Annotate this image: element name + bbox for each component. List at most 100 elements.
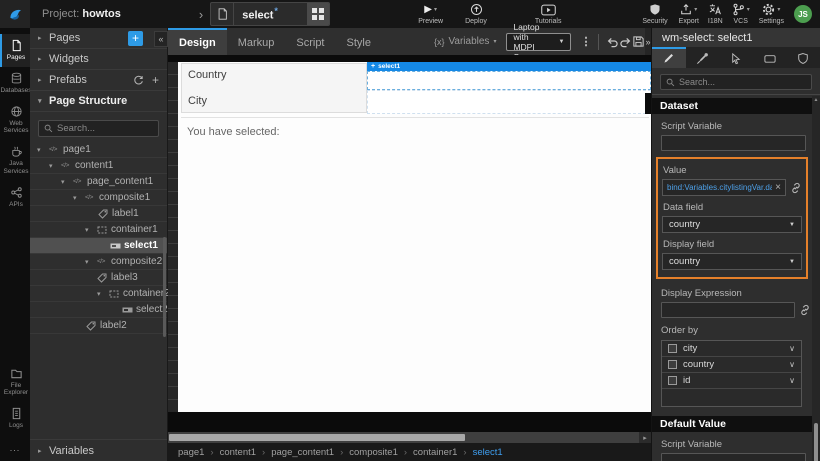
order-by-option-id[interactable]: id <box>662 373 801 389</box>
tree-item-page_content1[interactable]: </> page_content1 <box>30 174 167 190</box>
chevron-down-icon[interactable] <box>789 344 795 353</box>
bind-link-icon[interactable] <box>799 304 811 316</box>
page-tab-select[interactable]: select* <box>210 2 331 26</box>
preview-button[interactable]: Preview <box>418 4 443 25</box>
tree-item-label1[interactable]: label1 <box>30 206 167 222</box>
scroll-up-arrow[interactable] <box>812 97 820 103</box>
page-grid-button[interactable] <box>307 3 330 25</box>
tab-properties[interactable] <box>652 47 686 68</box>
scroll-down-arrow[interactable] <box>812 454 820 460</box>
save-button[interactable] <box>632 33 645 51</box>
tree-item-label3[interactable]: label3 <box>30 270 167 286</box>
display-field-select[interactable]: country <box>662 253 802 270</box>
tab-events[interactable] <box>719 47 753 68</box>
breadcrumb-item[interactable]: content1 <box>220 447 266 458</box>
design-canvas[interactable]: Country City select1 You have selected: <box>178 62 651 412</box>
country-label[interactable]: Country <box>188 69 227 81</box>
page-structure-search[interactable] <box>38 120 159 137</box>
sidebar-section-variables[interactable]: Variables <box>30 439 167 461</box>
canvas-menu-button[interactable] <box>580 35 591 48</box>
value-binding-input[interactable]: bind:Variables.citylistingVar.dataSet <box>662 179 786 196</box>
city-label[interactable]: City <box>188 95 207 107</box>
checkbox[interactable] <box>668 344 677 353</box>
refresh-icon[interactable] <box>133 75 144 86</box>
rail-item-logs[interactable]: Logs <box>0 402 30 435</box>
tree-item-label2[interactable]: label2 <box>30 318 167 334</box>
scrollbar-thumb[interactable] <box>169 434 465 441</box>
sidebar-section-page-structure[interactable]: Page Structure <box>30 91 167 112</box>
breadcrumb-item[interactable]: container1 <box>413 447 467 458</box>
user-avatar[interactable]: JS <box>794 5 812 23</box>
tree-item-content1[interactable]: </> content1 <box>30 158 167 174</box>
scroll-right-arrow[interactable] <box>639 432 651 443</box>
clear-binding-icon[interactable] <box>772 182 781 193</box>
security-button[interactable]: Security <box>642 4 668 25</box>
redo-button[interactable] <box>619 33 632 51</box>
rail-item-apis[interactable]: APIs <box>0 181 30 214</box>
tree-item-composite2[interactable]: </> composite2 <box>30 254 167 270</box>
tab-styles[interactable] <box>686 47 720 68</box>
rail-item-web-services[interactable]: Web Services <box>0 100 30 141</box>
i18n-button[interactable]: I18N <box>708 4 723 25</box>
script-variable-input[interactable] <box>661 135 806 151</box>
tree-item-composite1[interactable]: </> composite1 <box>30 190 167 206</box>
expand-arrow-icon[interactable] <box>49 162 61 170</box>
deploy-button[interactable]: Deploy <box>465 3 487 25</box>
bind-link-icon[interactable] <box>790 182 802 194</box>
vcs-button[interactable]: VCS <box>732 3 750 25</box>
properties-search[interactable] <box>660 74 812 90</box>
wavemaker-logo[interactable] <box>0 0 30 28</box>
expand-arrow-icon[interactable] <box>37 146 49 154</box>
expand-arrow-icon[interactable] <box>61 178 73 186</box>
add-page-button[interactable] <box>128 30 143 46</box>
sidebar-section-widgets[interactable]: Widgets <box>30 49 167 70</box>
breadcrumb-item[interactable]: page1 <box>178 447 214 458</box>
tab-style[interactable]: Style <box>336 28 382 55</box>
order-by-option-country[interactable]: country <box>662 357 801 373</box>
expand-arrow-icon[interactable] <box>97 290 109 298</box>
collapse-sidebar-button[interactable] <box>154 31 168 47</box>
order-by-option-city[interactable]: city <box>662 341 801 357</box>
default-value-section-header[interactable]: Default Value <box>652 416 812 432</box>
rail-item-pages[interactable]: Pages <box>0 34 30 67</box>
undo-button[interactable] <box>606 33 619 51</box>
tab-design[interactable]: Design <box>168 28 227 55</box>
selected-widget-handle[interactable]: select1 <box>367 62 651 71</box>
export-button[interactable]: I18N Export <box>679 4 699 25</box>
tab-script[interactable]: Script <box>285 28 335 55</box>
chevron-down-icon[interactable] <box>789 360 795 369</box>
rail-item-file-explorer[interactable]: File Explorer <box>0 362 30 403</box>
breadcrumb-item-active[interactable]: select1 <box>473 447 503 458</box>
tree-item-container1[interactable]: container1 <box>30 222 167 238</box>
breadcrumb-item[interactable]: composite1 <box>349 447 407 458</box>
properties-search-input[interactable] <box>679 77 806 87</box>
breadcrumb-item[interactable]: page_content1 <box>271 447 343 458</box>
tree-item-page1[interactable]: </> page1 <box>30 142 167 158</box>
panel-scrollbar[interactable] <box>812 96 820 461</box>
sidebar-section-prefabs[interactable]: Prefabs <box>30 70 167 91</box>
rail-more-button[interactable]: ... <box>0 435 30 461</box>
rail-item-java-services[interactable]: Java Services <box>0 140 30 181</box>
variables-dropdown[interactable]: {x} Variables <box>434 36 496 47</box>
tab-device[interactable] <box>753 47 787 68</box>
select2-widget[interactable] <box>367 90 651 114</box>
default-script-variable-input[interactable] <box>661 453 806 461</box>
tree-scrollbar[interactable] <box>163 237 166 337</box>
search-input[interactable] <box>57 123 153 134</box>
device-selector[interactable]: Laptop with MDPI Screen <box>506 22 572 62</box>
select1-widget[interactable] <box>367 71 651 90</box>
dataset-section-header[interactable]: Dataset <box>652 98 812 114</box>
checkbox[interactable] <box>668 376 677 385</box>
form-labels-container[interactable]: Country City <box>181 63 367 113</box>
tree-item-select2[interactable]: select2 <box>30 302 168 318</box>
tree-item-select1[interactable]: select1 <box>30 238 167 254</box>
settings-button[interactable]: Settings <box>759 3 784 25</box>
rail-item-databases[interactable]: Databases <box>0 67 32 100</box>
add-prefab-button[interactable] <box>152 73 159 87</box>
display-expression-input[interactable] <box>661 302 795 318</box>
tab-security[interactable] <box>786 47 820 68</box>
checkbox[interactable] <box>668 360 677 369</box>
data-field-select[interactable]: country <box>662 216 802 233</box>
tree-item-container2[interactable]: container2 <box>30 286 170 302</box>
tab-markup[interactable]: Markup <box>227 28 286 55</box>
